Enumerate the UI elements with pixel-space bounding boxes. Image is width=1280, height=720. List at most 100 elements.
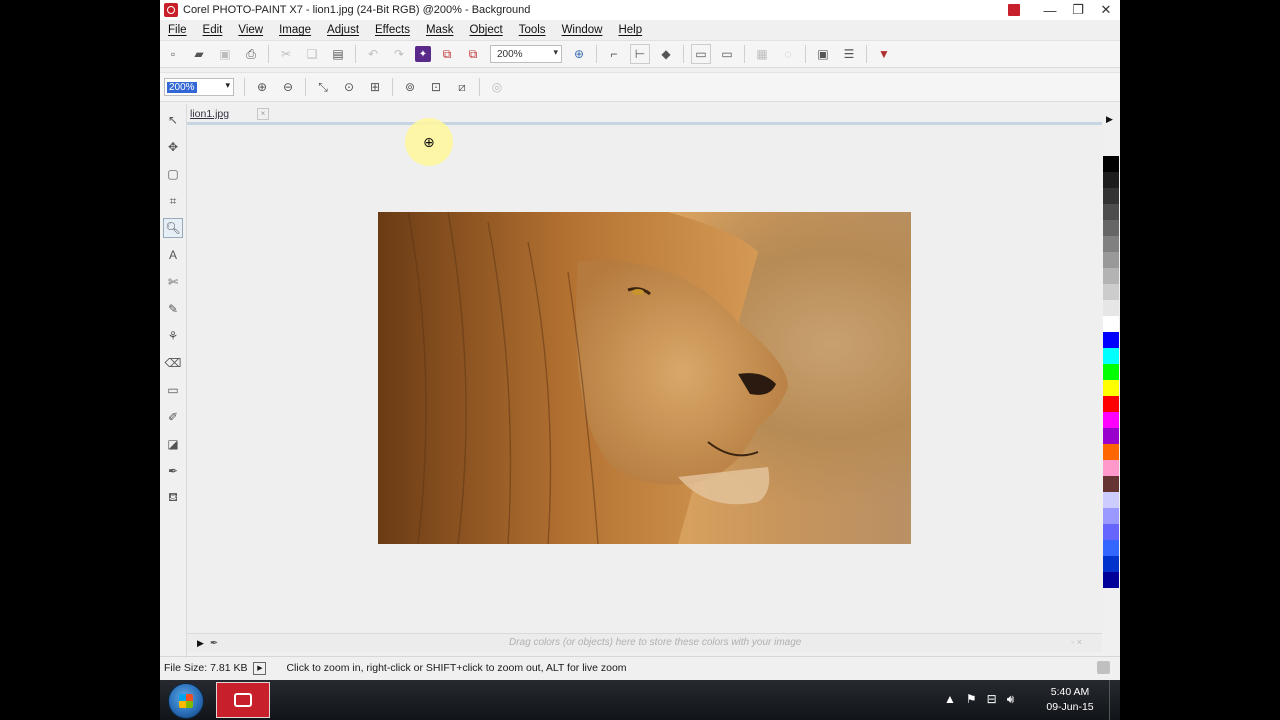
clone-tool-icon[interactable]: ✄ <box>163 272 183 292</box>
palette-swatch[interactable] <box>1103 492 1119 508</box>
palette-swatch[interactable] <box>1103 428 1119 444</box>
palette-swatch[interactable] <box>1103 572 1119 588</box>
document-tab[interactable]: lion1.jpg <box>190 108 229 120</box>
zoom-tool-icon[interactable]: 🔍︎ <box>163 218 183 238</box>
tray-expand-arrow-icon[interactable]: ▶ <box>197 638 204 649</box>
property-zoom-field[interactable]: 200% <box>164 78 234 96</box>
zoom-in-icon[interactable]: ⊕ <box>252 77 272 97</box>
corel-app-icon[interactable] <box>164 3 178 17</box>
text-tool-icon[interactable]: A <box>163 245 183 265</box>
zoom-to-window-icon[interactable]: ⊞ <box>365 77 385 97</box>
start-button[interactable] <box>168 683 204 719</box>
palette-swatch[interactable] <box>1103 220 1119 236</box>
status-expand-icon[interactable]: ▶ <box>253 661 267 675</box>
menu-tools[interactable]: Tools <box>511 24 554 36</box>
palette-swatch[interactable] <box>1103 396 1119 412</box>
menu-object[interactable]: Object <box>461 24 510 36</box>
paste-icon[interactable]: ▤ <box>328 44 348 64</box>
rulers-icon[interactable]: ⌐ <box>604 44 624 64</box>
rectangle-mask-tool-icon[interactable]: ▢ <box>163 164 183 184</box>
show-desktop-button[interactable] <box>1109 680 1120 720</box>
zoom-one-to-one-icon[interactable]: ⊕ <box>569 44 589 64</box>
menu-window[interactable]: Window <box>554 24 611 36</box>
zoom-width-icon[interactable]: ⊚ <box>400 77 420 97</box>
taskbar-clock[interactable]: 5:40 AM 09-Jun-15 <box>1040 685 1100 715</box>
palette-scroll-arrow-icon[interactable]: ▶ <box>1106 114 1113 125</box>
transform-tool-icon[interactable]: ✥ <box>163 137 183 157</box>
zoom-to-fit-icon[interactable]: ⊙ <box>339 77 359 97</box>
eyedropper-tool-icon[interactable]: ✒ <box>163 461 183 481</box>
align-icon[interactable]: ☰ <box>839 44 859 64</box>
menu-edit[interactable]: Edit <box>195 24 231 36</box>
palette-swatch[interactable] <box>1103 204 1119 220</box>
palette-swatch[interactable] <box>1103 268 1119 284</box>
zoom-selection-icon[interactable]: ⧄ <box>452 77 472 97</box>
corel-help-icon[interactable] <box>1008 4 1020 16</box>
network-icon[interactable]: ⊟ <box>987 692 997 707</box>
close-button[interactable]: ✕ <box>1092 2 1120 18</box>
palette-swatch[interactable] <box>1103 540 1119 556</box>
zoom-100-icon[interactable]: ⤡ <box>313 77 333 97</box>
action-center-flag-icon[interactable]: ⚑ <box>966 692 977 707</box>
welcome-screen-icon[interactable]: ▣ <box>813 44 833 64</box>
taskbar-corel-app[interactable] <box>216 682 270 718</box>
volume-icon[interactable]: 🔊︎ <box>1007 692 1015 707</box>
hand-icon[interactable]: ◎ <box>487 77 507 97</box>
import-icon[interactable]: ⧉ <box>437 44 457 64</box>
palette-swatch[interactable] <box>1103 188 1119 204</box>
brush-tool-icon[interactable]: ✐ <box>163 407 183 427</box>
restore-button[interactable]: ❐ <box>1064 2 1092 18</box>
close-document-icon[interactable]: × <box>257 108 269 120</box>
palette-swatch[interactable] <box>1103 284 1119 300</box>
pick-tool-icon[interactable]: ↖ <box>163 110 183 130</box>
open-folder-icon[interactable]: ▰ <box>189 44 209 64</box>
new-file-icon[interactable]: ▫ <box>163 44 183 64</box>
minimize-button[interactable]: — <box>1036 3 1064 18</box>
palette-swatch[interactable] <box>1103 156 1119 172</box>
undo-icon[interactable]: ↶ <box>363 44 383 64</box>
palette-swatch[interactable] <box>1103 172 1119 188</box>
menu-effects[interactable]: Effects <box>367 24 418 36</box>
object-transparency-icon[interactable]: ◪ <box>163 434 183 454</box>
menu-adjust[interactable]: Adjust <box>319 24 367 36</box>
export-icon[interactable]: ⧉ <box>463 44 483 64</box>
palette-swatch[interactable] <box>1103 524 1119 540</box>
menu-help[interactable]: Help <box>610 24 650 36</box>
shape-tool-icon[interactable]: ▭ <box>163 380 183 400</box>
corel-launcher-icon[interactable]: ✦ <box>415 46 431 62</box>
palette-swatch[interactable] <box>1103 412 1119 428</box>
tray-options-icon[interactable]: ◦ × <box>1071 637 1082 647</box>
crop-tool-icon[interactable]: ⌗ <box>163 191 183 211</box>
palette-swatch[interactable] <box>1103 460 1119 476</box>
palette-swatch[interactable] <box>1103 556 1119 572</box>
snap-icon[interactable]: ◆ <box>656 44 676 64</box>
fill-tool-icon[interactable]: ⛾ <box>163 488 183 508</box>
copy-icon[interactable]: ❏ <box>302 44 322 64</box>
save-icon[interactable]: ▣ <box>215 44 235 64</box>
paint-tool-icon[interactable]: ✎ <box>163 299 183 319</box>
menu-mask[interactable]: Mask <box>418 24 461 36</box>
palette-swatch[interactable] <box>1103 364 1119 380</box>
lock-icon[interactable]: ◌ <box>778 44 798 64</box>
show-object-marquee-icon[interactable]: ▭ <box>691 44 711 64</box>
application-launcher-icon[interactable]: ▼ <box>874 44 894 64</box>
palette-swatch[interactable] <box>1103 300 1119 316</box>
palette-swatch[interactable] <box>1103 508 1119 524</box>
effect-tool-icon[interactable]: ⚘ <box>163 326 183 346</box>
cut-icon[interactable]: ✂ <box>276 44 296 64</box>
zoom-level-select[interactable]: 200% <box>490 45 562 63</box>
palette-swatch[interactable] <box>1103 380 1119 396</box>
show-mask-marquee-icon[interactable]: ▭ <box>717 44 737 64</box>
palette-swatch[interactable] <box>1103 316 1119 332</box>
eraser-tool-icon[interactable]: ⌫ <box>163 353 183 373</box>
zoom-height-icon[interactable]: ⊡ <box>426 77 446 97</box>
menu-view[interactable]: View <box>230 24 271 36</box>
mask-overlay-icon[interactable]: ▦ <box>752 44 772 64</box>
redo-icon[interactable]: ↷ <box>389 44 409 64</box>
lion-image[interactable] <box>378 212 911 544</box>
palette-swatch[interactable] <box>1103 332 1119 348</box>
palette-swatch[interactable] <box>1103 236 1119 252</box>
palette-swatch[interactable] <box>1103 252 1119 268</box>
menu-file[interactable]: File <box>160 24 195 36</box>
show-hidden-icons-icon[interactable]: ▲ <box>944 692 956 707</box>
